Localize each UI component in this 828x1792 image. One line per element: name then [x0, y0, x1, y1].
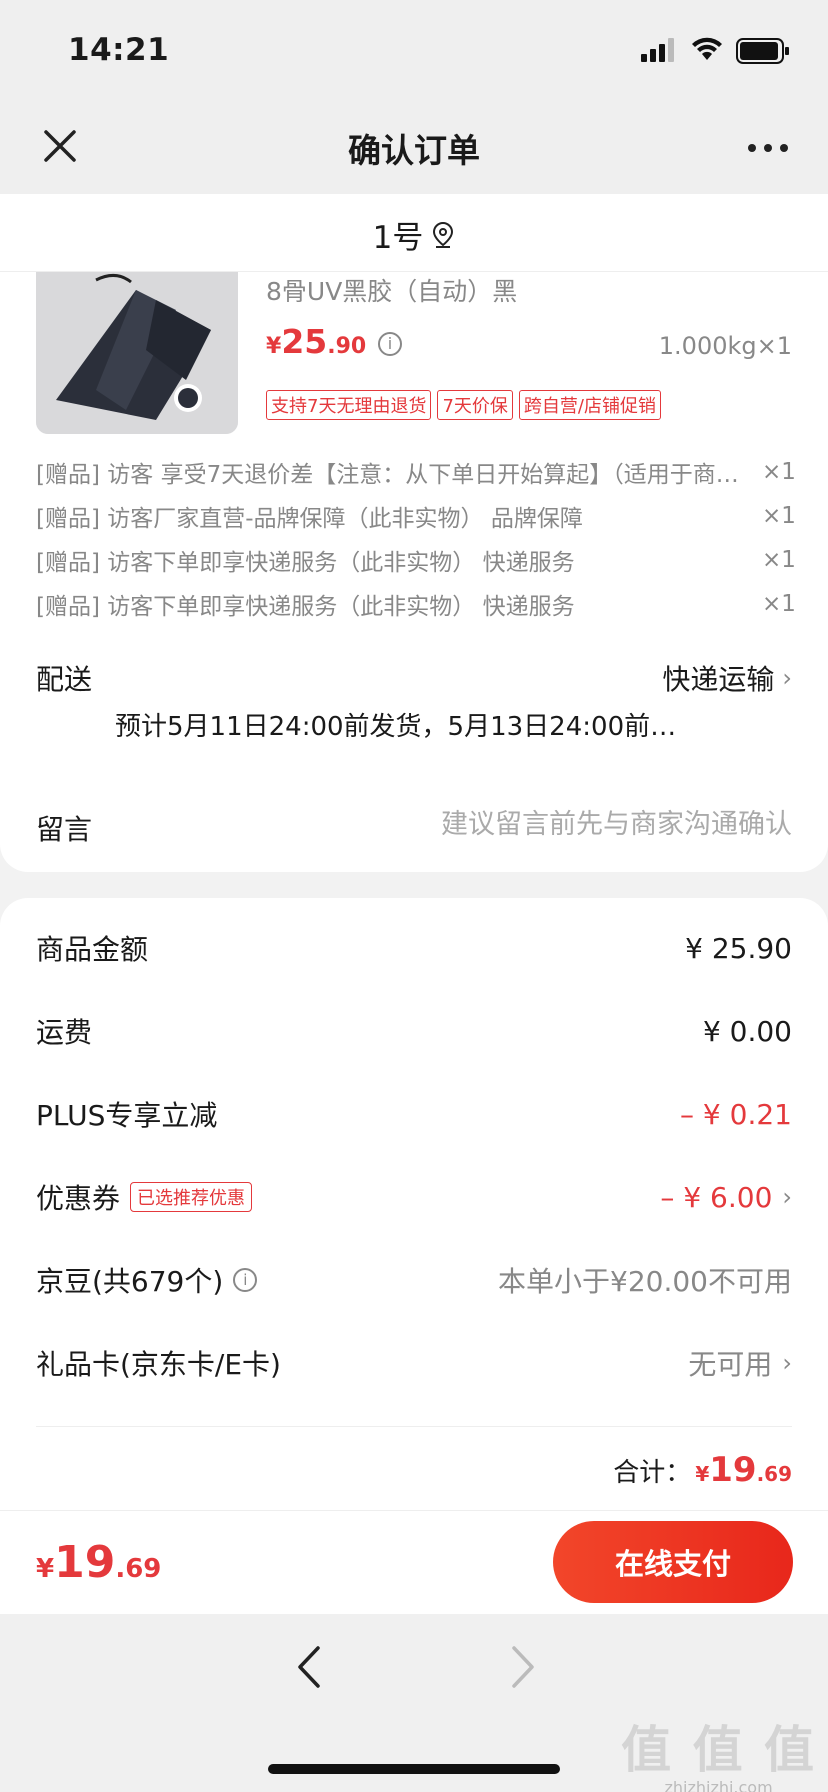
divider — [36, 1426, 792, 1427]
remark-label: 留言 — [36, 813, 93, 846]
tag-price-protect: 7天价保 — [437, 390, 513, 420]
delivery-estimate: 预计5月11日24:00前发货，5月13日24:00前… — [115, 712, 677, 742]
coupon-row[interactable]: 优惠券 已选推荐优惠 – ¥ 6.00 › — [36, 1177, 792, 1217]
page-title: 确认订单 — [348, 131, 480, 170]
chevron-right-icon: › — [782, 1349, 792, 1377]
remark-input[interactable] — [312, 804, 792, 844]
gift-item: [赠品] 访客下单即享快递服务（此非实物） 快递服务 ×1 — [36, 591, 796, 620]
total-label: 合计： — [613, 1458, 692, 1488]
browser-nav: 值 值 值 zhizhizhi.com — [0, 1614, 828, 1792]
location-pin-icon — [433, 221, 454, 248]
umbrella-product-icon — [36, 272, 238, 434]
gift-card-value: 无可用 — [688, 1348, 773, 1381]
product-image[interactable] — [36, 272, 238, 434]
order-items-card: 8骨UV黑胶（自动）黑 ¥25.90 i 1.000kg×1 支持7天无理由退货… — [0, 272, 828, 872]
tag-promotion: 跨自营/店铺促销 — [518, 390, 661, 420]
goods-amount-row: 商品金额 ¥ 25.90 — [36, 931, 792, 967]
total-price: ¥19.69 — [695, 1450, 792, 1490]
signal-icon — [641, 38, 674, 62]
nav-bar: 确认订单 — [0, 100, 828, 194]
tag-return: 支持7天无理由退货 — [266, 390, 432, 420]
goods-amount-value: ¥ 25.90 — [685, 931, 792, 965]
watermark: 值 值 值 zhizhizhi.com — [621, 1710, 816, 1792]
price-info-icon[interactable]: i — [378, 332, 402, 356]
wifi-icon — [692, 37, 722, 60]
checkout-bar: ¥19.69 在线支付 — [0, 1510, 828, 1614]
shop-name: 1号 — [372, 220, 424, 256]
status-time: 14:21 — [68, 32, 170, 68]
product-spec: 8骨UV黑胶（自动）黑 — [266, 277, 518, 306]
gift-list: [赠品] 访客 享受7天退价差【注意：从下单日开始算起】（适用于商品降价） ×1 … — [36, 450, 796, 626]
beans-info-icon[interactable]: i — [233, 1268, 258, 1292]
fee-summary-card: 商品金额 ¥ 25.90 运费 ¥ 0.00 PLUS专享立减 – ¥ 0.21… — [0, 898, 828, 1518]
plus-discount-row: PLUS专享立减 – ¥ 0.21 — [36, 1097, 792, 1133]
jd-beans-row: 京豆(共679个) i 本单小于¥20.00不可用 — [36, 1260, 792, 1300]
watermark-logo: 值 值 值 — [621, 1721, 816, 1779]
shipping-fee-value: ¥ 0.00 — [702, 1014, 792, 1048]
gift-item: [赠品] 访客 享受7天退价差【注意：从下单日开始算起】（适用于商品降价） ×1 — [36, 459, 796, 488]
more-icon[interactable] — [746, 142, 790, 154]
checkout-price: ¥19.69 — [36, 1537, 162, 1588]
pay-online-button[interactable]: 在线支付 — [553, 1521, 793, 1603]
shop-header[interactable]: 1号 — [0, 194, 828, 272]
gift-card-row[interactable]: 礼品卡(京东卡/E卡) 无可用 › — [36, 1343, 792, 1383]
delivery-option[interactable]: 快递运输 › — [662, 658, 792, 698]
coupon-value: – ¥ 6.00 — [660, 1180, 773, 1214]
chevron-right-icon: › — [782, 1183, 792, 1211]
gift-item: [赠品] 访客厂家直营-品牌保障（此非实物） 品牌保障 ×1 — [36, 503, 796, 532]
coupon-badge: 已选推荐优惠 — [130, 1182, 253, 1212]
product-tags: 支持7天无理由退货 7天价保 跨自营/店铺促销 — [266, 390, 661, 420]
plus-discount-value: – ¥ 0.21 — [680, 1097, 792, 1131]
back-arrow-icon[interactable] — [292, 1642, 326, 1692]
shipping-fee-row: 运费 ¥ 0.00 — [36, 1014, 792, 1050]
product-weight-qty: 1.000kg×1 — [658, 332, 792, 360]
total-row: 合计： ¥19.69 — [613, 1450, 792, 1490]
gift-item: [赠品] 访客下单即享快递服务（此非实物） 快递服务 ×1 — [36, 547, 796, 576]
chevron-right-icon: › — [782, 664, 792, 692]
status-bar: 14:21 — [0, 0, 828, 100]
delivery-label: 配送 — [36, 663, 93, 696]
product-price: ¥25.90 — [266, 322, 367, 361]
forward-arrow-icon[interactable] — [506, 1642, 540, 1692]
home-indicator[interactable] — [268, 1764, 560, 1774]
battery-icon — [736, 38, 789, 64]
jd-beans-value: 本单小于¥20.00不可用 — [498, 1265, 792, 1298]
